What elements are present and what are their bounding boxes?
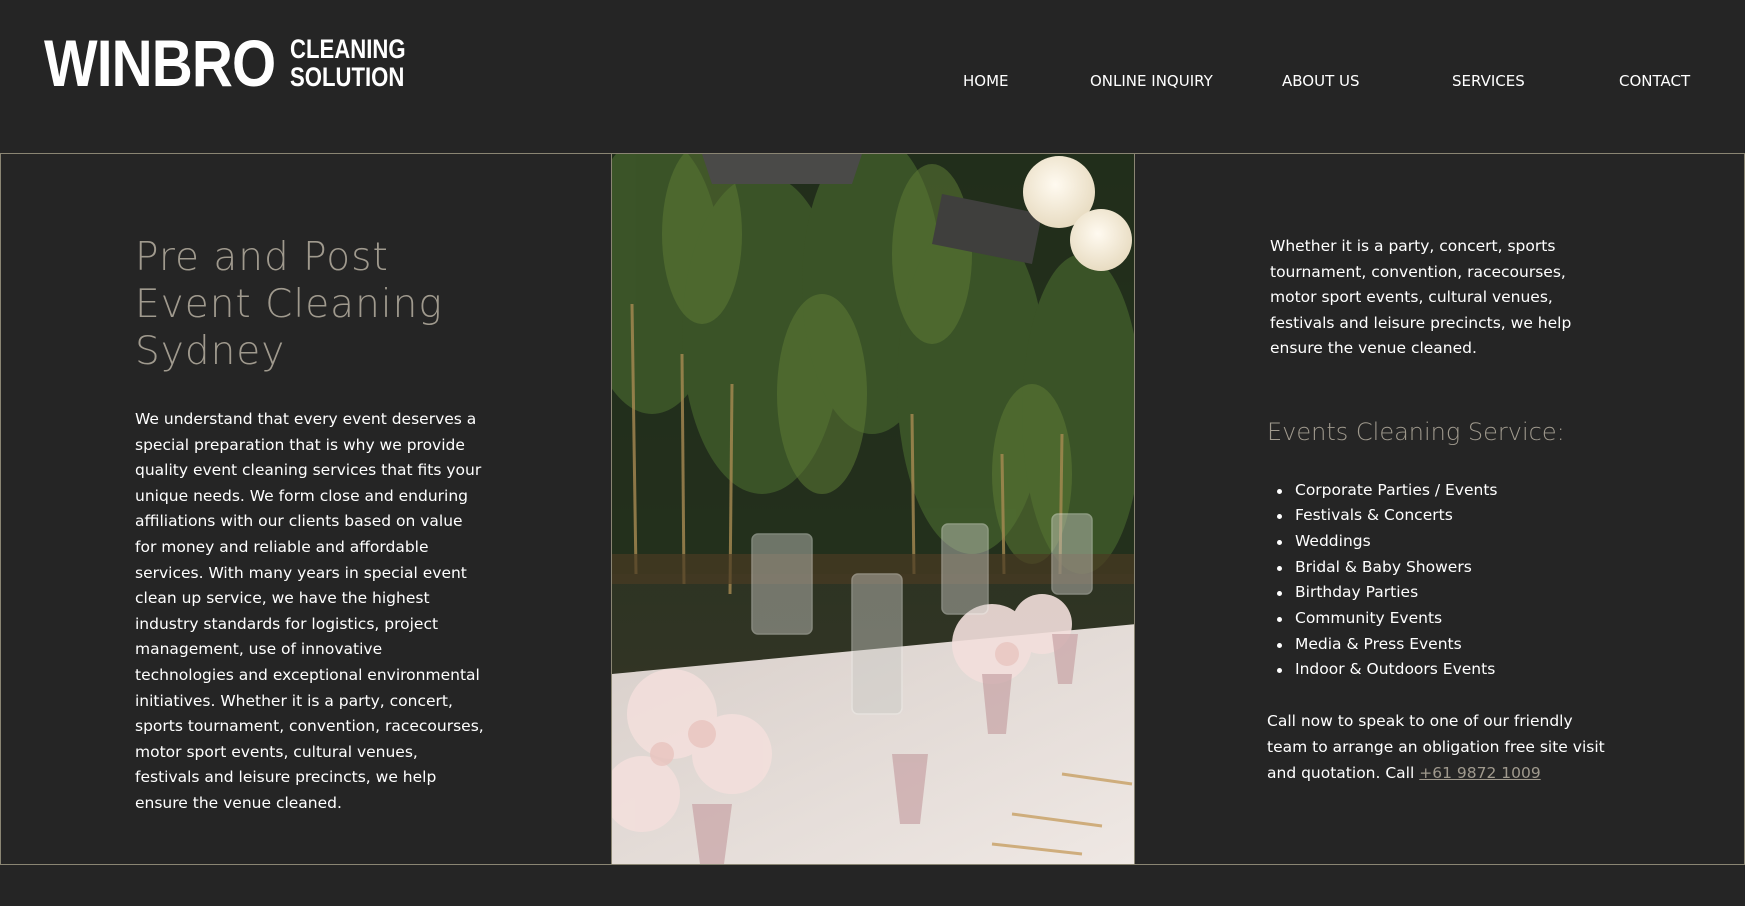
list-item: Media & Press Events (1277, 632, 1617, 658)
logo-tagline-line1: CLEANING (290, 34, 406, 64)
list-item: Corporate Parties / Events (1277, 478, 1617, 504)
services-column: Whether it is a party, concert, sports t… (1267, 234, 1617, 786)
intro-column: Pre and Post Event Cleaning Sydney We un… (135, 234, 495, 817)
nav-services[interactable]: SERVICES (1452, 72, 1525, 90)
services-intro: Whether it is a party, concert, sports t… (1270, 237, 1572, 357)
services-list: Corporate Parties / Events Festivals & C… (1267, 478, 1617, 684)
page-title-line2: Event Cleaning (135, 282, 443, 327)
call-to-action: Call now to speak to one of our friendly… (1267, 708, 1607, 786)
intro-paragraph: We understand that every event deserves … (135, 410, 484, 812)
event-table-photo (611, 154, 1135, 864)
list-item: Birthday Parties (1277, 580, 1617, 606)
event-table-image (612, 154, 1134, 864)
nav-home[interactable]: HOME (963, 72, 1009, 90)
services-title: Events Cleaning Service: (1267, 417, 1565, 446)
phone-link[interactable]: +61 9872 1009 (1419, 764, 1540, 782)
list-item: Festivals & Concerts (1277, 503, 1617, 529)
page-title: Pre and Post Event Cleaning Sydney (135, 234, 495, 375)
page-title-line1: Pre and Post (135, 235, 389, 280)
list-item: Bridal & Baby Showers (1277, 555, 1617, 581)
list-item: Community Events (1277, 606, 1617, 632)
list-item: Weddings (1277, 529, 1617, 555)
page-title-line3: Sydney (135, 329, 286, 374)
nav-contact[interactable]: CONTACT (1619, 72, 1690, 90)
list-item: Indoor & Outdoors Events (1277, 657, 1617, 683)
event-cleaning-section: Pre and Post Event Cleaning Sydney We un… (0, 153, 1745, 865)
nav-online-inquiry[interactable]: ONLINE INQUIRY (1090, 72, 1213, 90)
nav-about-us[interactable]: ABOUT US (1282, 72, 1360, 90)
main-nav: HOME ONLINE INQUIRY ABOUT US SERVICES CO… (0, 72, 1745, 94)
site-header: WINBRO CLEANING SOLUTION HOME ONLINE INQ… (0, 0, 1745, 153)
